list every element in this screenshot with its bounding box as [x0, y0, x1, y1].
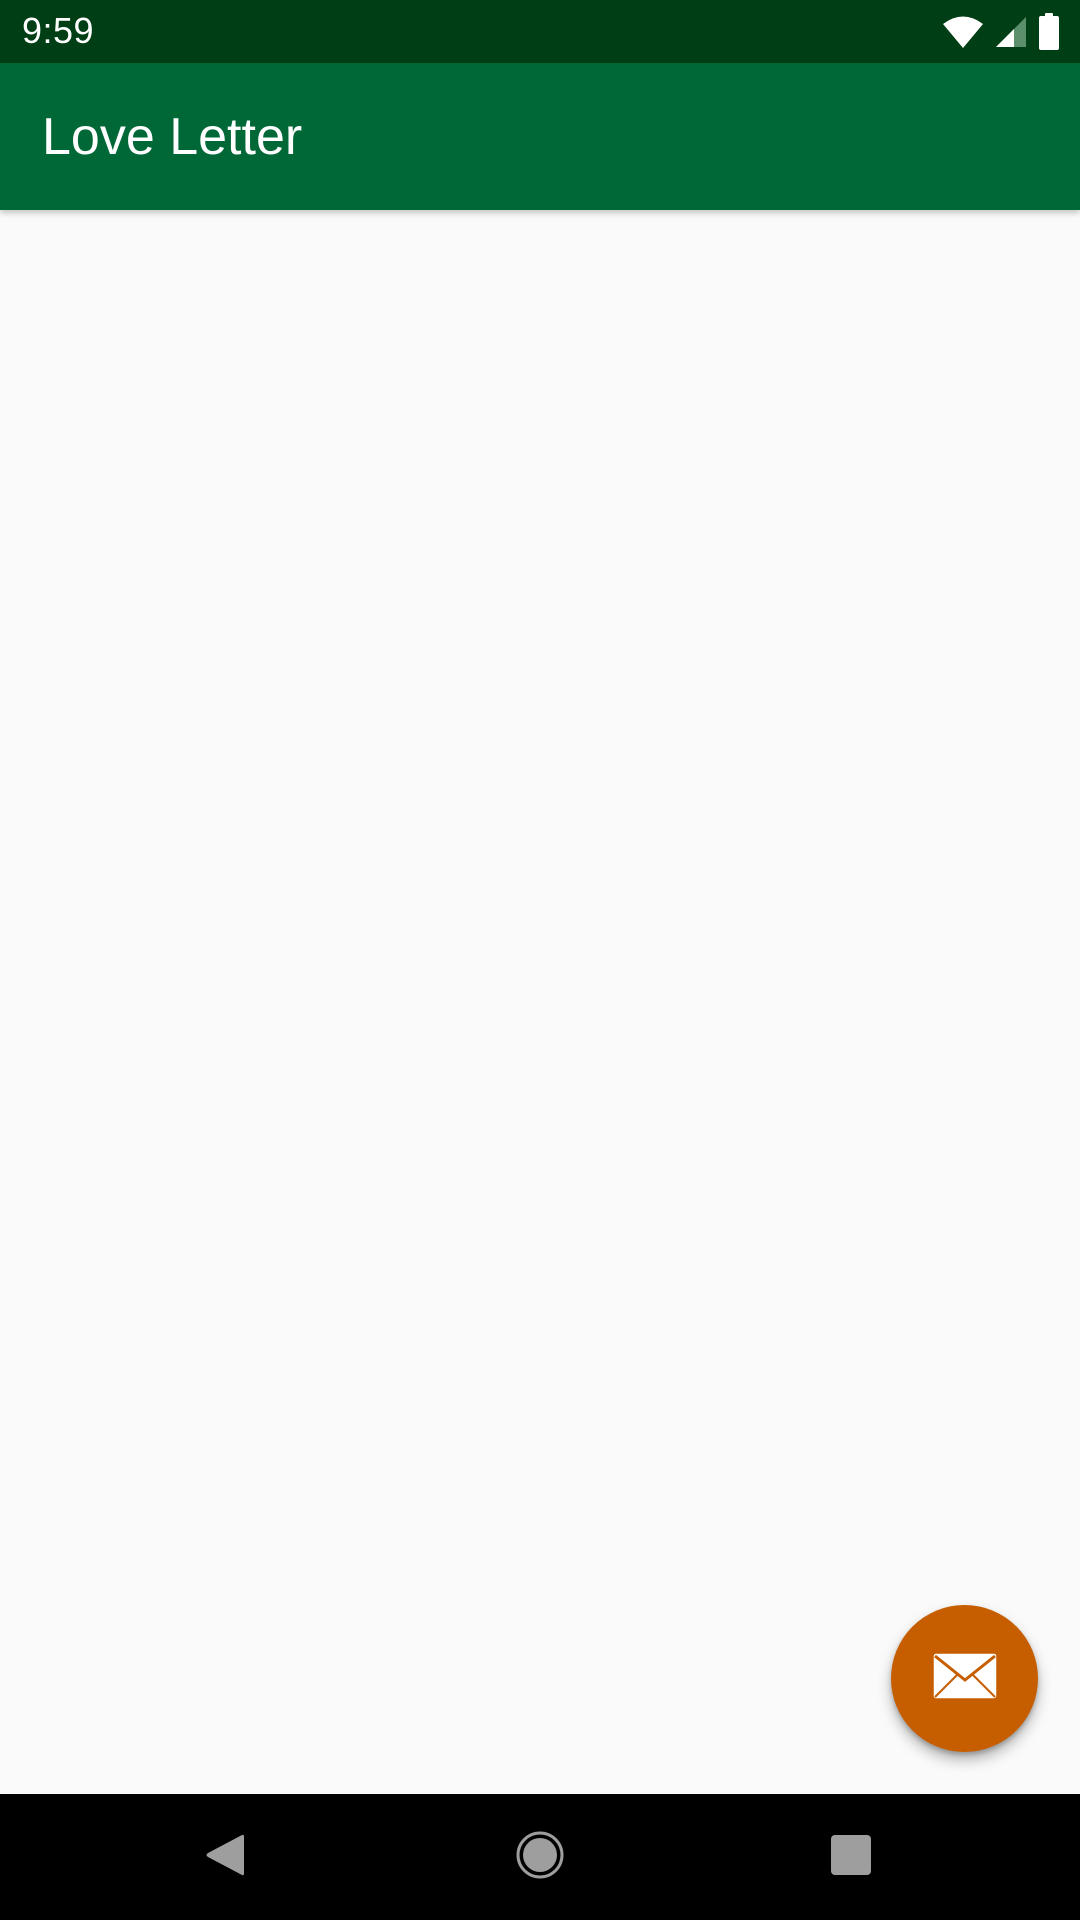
recents-icon: [831, 1834, 871, 1880]
battery-icon: [1038, 13, 1060, 51]
content-area: [0, 210, 1080, 1794]
screen: 9:59 Love Letter: [0, 0, 1080, 1920]
back-button[interactable]: [145, 1794, 305, 1920]
envelope-icon: [931, 1652, 998, 1705]
recents-button[interactable]: [771, 1794, 931, 1920]
home-button[interactable]: [460, 1794, 620, 1920]
wifi-icon: [942, 15, 984, 49]
app-title: Love Letter: [42, 108, 303, 166]
status-time: 9:59: [22, 10, 95, 51]
navigation-bar: [0, 1794, 1080, 1920]
app-bar: Love Letter: [0, 63, 1080, 210]
home-icon: [515, 1830, 565, 1885]
status-bar: 9:59: [0, 0, 1080, 63]
back-icon: [204, 1832, 246, 1883]
cell-signal-icon: [994, 15, 1028, 49]
compose-letter-button[interactable]: [891, 1605, 1038, 1752]
status-icons: [942, 10, 1060, 54]
